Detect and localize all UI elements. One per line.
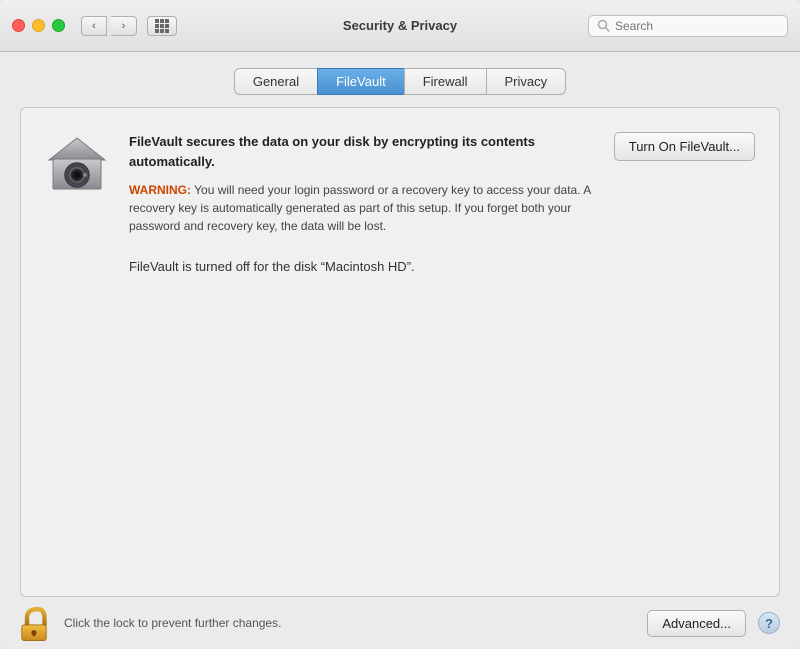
close-button[interactable] [12,19,25,32]
traffic-lights [12,19,65,32]
nav-buttons: ‹ › [81,16,137,36]
turn-on-filevault-button[interactable]: Turn On FileVault... [614,132,755,161]
filevault-description: FileVault secures the data on your disk … [129,132,594,171]
lock-icon-svg [20,607,48,641]
filevault-top-section: FileVault secures the data on your disk … [45,132,755,235]
warning-label: WARNING: [129,183,191,197]
grid-view-button[interactable] [147,16,177,36]
minimize-button[interactable] [32,19,45,32]
filevault-status-text: FileVault is turned off for the disk “Ma… [45,259,755,274]
warning-body: You will need your login password or a r… [129,183,591,233]
lock-text: Click the lock to prevent further change… [64,616,635,630]
filevault-text-area: FileVault secures the data on your disk … [129,132,594,235]
back-button[interactable]: ‹ [81,16,107,36]
maximize-button[interactable] [52,19,65,32]
tab-general[interactable]: General [234,68,317,95]
search-input[interactable] [615,19,779,33]
filevault-icon [45,132,109,196]
content-panel: FileVault secures the data on your disk … [20,107,780,597]
search-icon [597,19,610,32]
forward-button[interactable]: › [111,16,137,36]
tab-filevault[interactable]: FileVault [317,68,404,95]
grid-icon [155,19,169,33]
title-bar: ‹ › Security & Privacy [0,0,800,52]
tab-firewall[interactable]: Firewall [404,68,486,95]
warning-text: WARNING: You will need your login passwo… [129,181,594,235]
main-content: General FileVault Firewall Privacy [0,52,800,649]
tab-privacy[interactable]: Privacy [486,68,567,95]
search-bar[interactable] [588,15,788,37]
help-button[interactable]: ? [758,612,780,634]
advanced-button[interactable]: Advanced... [647,610,746,637]
tabs-container: General FileVault Firewall Privacy [0,52,800,107]
window-title: Security & Privacy [343,18,457,33]
lock-icon[interactable] [20,607,52,639]
bottom-bar: Click the lock to prevent further change… [0,597,800,649]
vault-icon-svg [45,132,109,196]
